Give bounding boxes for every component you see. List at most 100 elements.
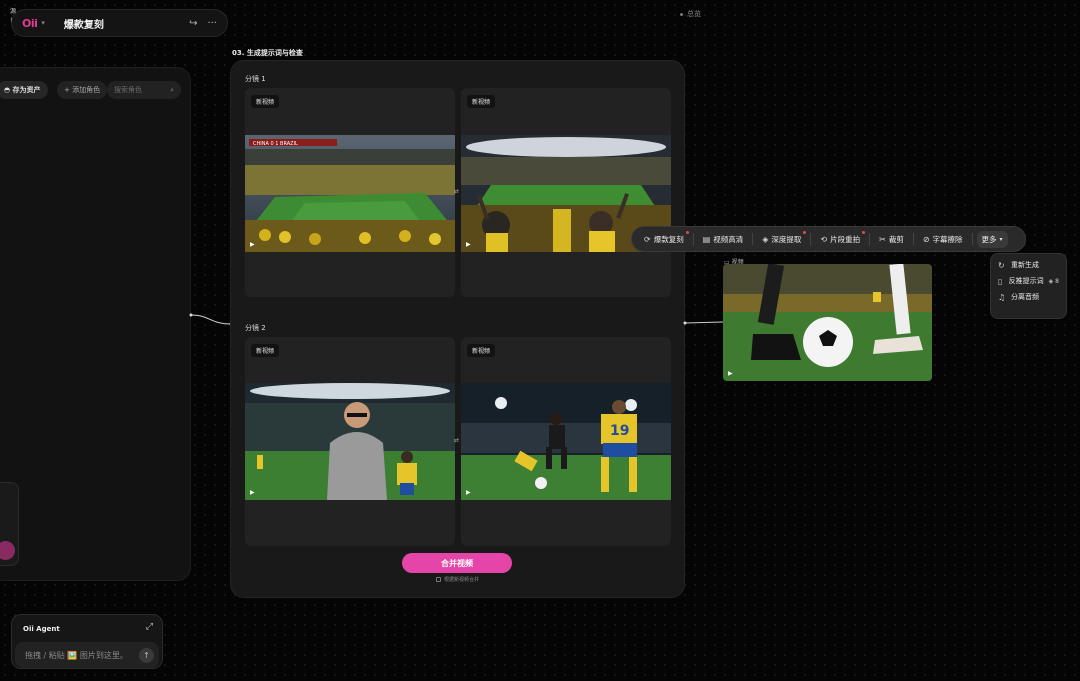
- play-icon[interactable]: ▶: [466, 241, 471, 248]
- credit-badge: ◈ 8: [1048, 277, 1059, 285]
- more-icon[interactable]: ···: [207, 18, 217, 29]
- layers-icon: ◈: [762, 234, 769, 244]
- audio-split-icon: ♫: [998, 292, 1006, 302]
- chevron-down-icon: ▾: [999, 235, 1003, 243]
- play-icon[interactable]: ▶: [250, 489, 255, 496]
- app-logo[interactable]: Oii: [22, 17, 38, 30]
- toolbar-depth-extract[interactable]: ◈ 深度提取: [757, 230, 807, 245]
- swap-icon[interactable]: ⇄: [454, 188, 459, 195]
- new-video-tag: 新视频: [251, 344, 280, 357]
- shot-1-label: 分镜 1: [245, 75, 266, 83]
- toolbar-divider: [869, 233, 871, 245]
- video-thumbnail[interactable]: ▶: [245, 383, 455, 500]
- ball-kick-image: [723, 264, 932, 381]
- connector-left: [189, 313, 233, 326]
- auto-merge-option[interactable]: 根据新视频合并: [436, 576, 479, 583]
- search-placeholder: 搜索角色: [114, 86, 142, 94]
- toolbar-divider: [692, 233, 694, 245]
- notification-dot: [862, 230, 866, 234]
- video-thumbnail[interactable]: CHINA 0 1 BRAZIL ▶: [245, 135, 455, 252]
- menu-item-reverse-prompt[interactable]: ▯ 反推提示词 ◈ 8: [998, 276, 1059, 286]
- toolbar-item-label: 字幕擦除: [932, 234, 963, 244]
- share-icon[interactable]: ↪: [189, 18, 197, 29]
- erase-subtitle-icon: ⊘: [922, 234, 930, 244]
- remix-icon: ⟳: [644, 234, 651, 244]
- play-icon[interactable]: ▶: [250, 241, 255, 248]
- toolbar-remix[interactable]: ⟳ 爆款复刻: [639, 230, 689, 245]
- reshoot-icon: ⟲: [820, 234, 828, 244]
- menu-item-split-audio[interactable]: ♫ 分离音频: [998, 292, 1059, 302]
- agent-input[interactable]: 拖拽 / 粘贴 🖼️ 图片到这里。 ↑: [15, 642, 159, 668]
- play-icon[interactable]: ▶: [728, 370, 733, 377]
- toolbar-item-label: 视频高清: [713, 234, 744, 244]
- video-toolbar: ⟳ 爆款复刻 ▤ 视频高清 ◈ 深度提取 ⟲ 片段重拍 ✂ 裁剪 ⊘ 字幕擦除 …: [631, 226, 1026, 252]
- toolbar-item-label: 片段重拍: [830, 234, 861, 244]
- new-video-tag: 新视频: [251, 95, 280, 108]
- output-video-thumbnail[interactable]: ▶: [723, 264, 932, 381]
- scoreboard-text: CHINA 0 1 BRAZIL: [253, 141, 298, 147]
- toolbar-erase-subtitle[interactable]: ⊘ 字幕擦除: [918, 234, 968, 245]
- auto-merge-checkbox[interactable]: [436, 577, 441, 582]
- toolbar-more-button[interactable]: 更多 ▾: [976, 230, 1008, 248]
- connector-right: [683, 321, 724, 325]
- overview-label: 总览: [687, 10, 701, 18]
- menu-item-label: 分离音频: [1011, 293, 1039, 301]
- hd-icon: ▤: [702, 234, 711, 244]
- auto-merge-label: 根据新视频合并: [444, 577, 480, 583]
- menu-item-label: 重新生成: [1011, 261, 1039, 269]
- role-search-input[interactable]: 搜索角色 ⌕: [107, 81, 181, 99]
- swap-icon[interactable]: ⇄: [454, 437, 459, 444]
- add-role-button[interactable]: + 添加角色: [57, 81, 108, 99]
- scissors-icon: ✂: [879, 234, 886, 244]
- toolbar-more-label: 更多: [981, 234, 997, 244]
- toolbar-divider: [912, 233, 914, 245]
- new-video-tag: 新视频: [467, 95, 496, 108]
- toolbar-item-label: 爆款复刻: [653, 234, 684, 244]
- shot-2-label: 分镜 2: [245, 324, 266, 332]
- send-icon[interactable]: ↑: [139, 647, 154, 663]
- jersey-number: 19: [610, 423, 629, 439]
- overview-dot-icon: [680, 12, 683, 16]
- refresh-icon: ↻: [998, 260, 1005, 270]
- shot-2-video-2[interactable]: 新视频 19 ▶: [461, 337, 671, 546]
- app-header: Oii ▾ 爆款复刻 ↪ ···: [11, 9, 228, 37]
- shot-1-video-2[interactable]: 新视频 ▶: [461, 88, 671, 297]
- notification-dot: [685, 230, 689, 234]
- search-icon: ⌕: [170, 85, 174, 94]
- save-asset-icon: ◓: [4, 86, 13, 94]
- save-asset-button[interactable]: ◓ 存为资产: [0, 81, 48, 99]
- stadium-image: CHINA 0 1 BRAZIL: [245, 135, 455, 252]
- new-video-tag: 新视频: [467, 344, 496, 357]
- play-icon[interactable]: ▶: [466, 489, 471, 496]
- toolbar-divider: [752, 233, 754, 245]
- toolbar-divider: [810, 233, 812, 245]
- toolbar-divider: [971, 233, 973, 245]
- merge-video-button[interactable]: 合并视频: [402, 553, 512, 573]
- toolbar-hd[interactable]: ▤ 视频高清: [698, 234, 749, 245]
- menu-item-label: 反推提示词: [1008, 277, 1044, 285]
- section-label: 03. 生成提示词与检查: [232, 49, 303, 57]
- page-title[interactable]: 爆款复刻: [64, 16, 104, 31]
- video-thumbnail[interactable]: 19 ▶: [461, 383, 671, 500]
- agent-input-placeholder: 拖拽 / 粘贴 🖼️ 图片到这里。: [25, 650, 128, 660]
- shot-1-video-1[interactable]: 新视频 CHINA 0 1 BRAZIL ▶: [245, 88, 455, 297]
- save-asset-label: 存为资产: [12, 86, 41, 94]
- overview-link[interactable]: 总览: [680, 9, 701, 19]
- toolbar-item-label: 裁剪: [888, 234, 904, 244]
- toolbar-reshoot[interactable]: ⟲ 片段重拍: [815, 230, 866, 245]
- agent-title: Oii Agent: [23, 625, 60, 633]
- agent-panel: Oii Agent ⤢ 拖拽 / 粘贴 🖼️ 图片到这里。 ↑: [11, 614, 163, 669]
- side-card-text: 源!: [10, 8, 17, 24]
- notification-dot: [803, 230, 807, 234]
- expand-icon[interactable]: ⤢: [146, 622, 153, 632]
- toolbar-crop[interactable]: ✂ 裁剪: [874, 234, 909, 245]
- clipboard-icon: ▯: [998, 276, 1003, 286]
- role-panel: ◓ 存为资产 + 添加角色 搜索角色 ⌕: [0, 67, 191, 581]
- more-menu: ↻ 重新生成 ▯ 反推提示词 ◈ 8 ♫ 分离音频: [990, 253, 1067, 319]
- player-man-image: [245, 383, 455, 500]
- chevron-down-icon[interactable]: ▾: [41, 19, 45, 27]
- player-19-image: 19: [461, 383, 671, 500]
- toolbar-item-label: 深度提取: [771, 234, 802, 244]
- menu-item-regenerate[interactable]: ↻ 重新生成: [998, 260, 1059, 270]
- shot-2-video-1[interactable]: 新视频 ▶: [245, 337, 455, 546]
